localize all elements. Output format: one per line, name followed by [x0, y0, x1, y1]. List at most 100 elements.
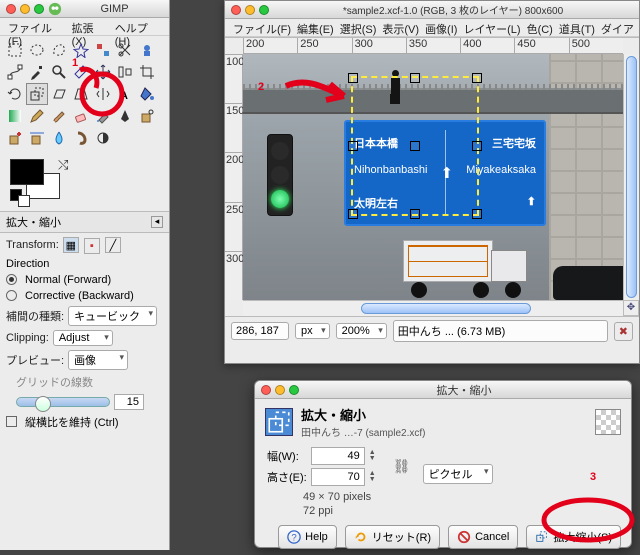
tool-move[interactable] [92, 61, 114, 83]
tool-measure[interactable] [70, 61, 92, 83]
minimize-icon[interactable] [20, 4, 30, 14]
zoom-combo[interactable]: 200% [336, 323, 387, 339]
tool-crop[interactable] [136, 61, 158, 83]
unit-combo[interactable]: ピクセル [423, 464, 493, 484]
tool-perspective[interactable] [70, 83, 92, 105]
help-button[interactable]: ? Help [278, 525, 337, 549]
width-spinner[interactable]: ▲▼ [369, 450, 381, 462]
menu-select[interactable]: 選択(S) [340, 21, 377, 34]
reset-button[interactable]: リセット(R) [345, 525, 440, 549]
tool-options-header: 拡大・縮小 ◂ [0, 211, 169, 233]
clipping-combo[interactable]: Adjust [53, 330, 113, 346]
menu-colors[interactable]: 色(C) [527, 21, 553, 34]
toolbox-titlebar[interactable]: GIMP [0, 0, 169, 18]
transform-layer-icon[interactable]: ▦ [63, 237, 79, 253]
dialog-titlebar[interactable]: 拡大・縮小 [255, 381, 631, 399]
transform-path-icon[interactable]: ╱ [105, 237, 121, 253]
tool-foreground-select[interactable] [136, 39, 158, 61]
transform-selection-icon[interactable]: ▪ [84, 238, 100, 254]
zoom-icon[interactable] [259, 5, 269, 15]
tool-zoom[interactable] [48, 61, 70, 83]
help-icon: ? [287, 530, 301, 544]
tool-text[interactable]: A [114, 83, 136, 105]
unit-combo[interactable]: px [295, 323, 330, 339]
tool-rotate[interactable] [4, 83, 26, 105]
menu-file[interactable]: ファイル(F) [233, 21, 291, 34]
options-menu-icon[interactable]: ◂ [151, 216, 163, 228]
tool-airbrush[interactable] [92, 105, 114, 127]
close-icon[interactable] [231, 5, 241, 15]
direction-normal-radio[interactable]: Normal (Forward) [6, 274, 163, 286]
menu-view[interactable]: 表示(V) [382, 21, 419, 34]
checkbox-icon [6, 416, 17, 427]
preview-combo[interactable]: 画像 [68, 350, 128, 370]
cancel-button[interactable]: Cancel [448, 525, 518, 549]
menu-layer[interactable]: レイヤー(L) [463, 21, 520, 34]
tool-paths[interactable] [4, 61, 26, 83]
menu-tools[interactable]: 道具(T) [559, 21, 595, 34]
keep-aspect-checkbox[interactable]: 縦横比を維持 (Ctrl) [6, 414, 163, 430]
chain-link-icon[interactable]: ⛓ [393, 458, 411, 475]
vertical-scrollbar[interactable] [623, 54, 639, 300]
tool-scale[interactable] [26, 83, 48, 105]
scrollbar-thumb[interactable] [361, 303, 531, 314]
width-input[interactable]: 49 [311, 447, 365, 465]
image-titlebar[interactable]: *sample2.xcf-1.0 (RGB, 3 枚のレイヤー) 800x600 [225, 1, 639, 19]
ruler-tick: 500 [569, 38, 623, 53]
vertical-ruler[interactable]: 100 150 200 250 300 [225, 54, 243, 300]
zoom-icon[interactable] [289, 385, 299, 395]
height-spinner[interactable]: ▲▼ [369, 471, 381, 483]
tool-flip[interactable] [92, 83, 114, 105]
direction-normal-label: Normal (Forward) [25, 274, 111, 286]
menu-edit[interactable]: 編集(E) [297, 21, 334, 34]
tool-fuzzy-select[interactable] [70, 39, 92, 61]
tool-bucket-fill[interactable] [136, 83, 158, 105]
tool-blend[interactable] [4, 105, 26, 127]
menu-help[interactable]: ヘルプ(H) [115, 20, 161, 33]
tool-by-color-select[interactable] [92, 39, 114, 61]
cancel-icon[interactable]: ✖ [614, 322, 633, 341]
tool-free-select[interactable] [48, 39, 70, 61]
horizontal-scrollbar[interactable] [243, 300, 623, 316]
grid-lines-slider[interactable] [16, 397, 110, 407]
tool-heal[interactable] [4, 127, 26, 149]
minimize-icon[interactable] [275, 385, 285, 395]
scrollbar-thumb[interactable] [626, 56, 637, 298]
direction-corrective-radio[interactable]: Corrective (Backward) [6, 290, 163, 302]
close-icon[interactable] [261, 385, 271, 395]
tool-smudge[interactable] [70, 127, 92, 149]
sign-left-jp: 日本本橋 [354, 135, 398, 151]
tool-perspective-clone[interactable] [26, 127, 48, 149]
menu-xtns[interactable]: 拡張(X) [72, 20, 107, 33]
tool-blur[interactable] [48, 127, 70, 149]
interpolation-combo[interactable]: キュービック [68, 306, 157, 326]
tool-ink[interactable] [114, 105, 136, 127]
close-icon[interactable] [6, 4, 16, 14]
image-canvas[interactable]: 日本本橋三宅宅坂 Nihonbanbashi⬆Miyakeaksaka 太明左右… [243, 54, 623, 300]
horizontal-ruler[interactable]: 200 250 300 350 400 450 500 [243, 38, 623, 54]
menu-image[interactable]: 画像(I) [425, 21, 457, 34]
tool-eraser[interactable] [70, 105, 92, 127]
height-input[interactable]: 70 [311, 468, 365, 486]
minimize-icon[interactable] [245, 5, 255, 15]
menu-dialogs[interactable]: ダイア [601, 21, 634, 34]
tool-dodge-burn[interactable] [92, 127, 114, 149]
tool-pencil[interactable] [26, 105, 48, 127]
tool-color-picker[interactable] [26, 61, 48, 83]
tool-scissors[interactable] [114, 39, 136, 61]
scale-button[interactable]: 拡大縮小(S) [526, 525, 621, 549]
navigation-icon[interactable]: ✥ [623, 300, 639, 316]
swap-colors-icon[interactable]: ⤭ [58, 157, 68, 173]
tool-align[interactable] [114, 61, 136, 83]
tool-paintbrush[interactable] [48, 105, 70, 127]
tool-shear[interactable] [48, 83, 70, 105]
ruler-tick: 250 [225, 202, 242, 251]
fg-color-swatch[interactable] [10, 159, 44, 185]
grid-lines-value[interactable]: 15 [114, 394, 144, 410]
zoom-icon[interactable] [34, 4, 44, 14]
grid-lines-label: グリッドの線数 [6, 374, 163, 390]
tool-clone[interactable] [136, 105, 158, 127]
tool-ellipse-select[interactable] [26, 39, 48, 61]
tool-rect-select[interactable] [4, 39, 26, 61]
menu-file[interactable]: ファイル(F) [8, 20, 64, 33]
